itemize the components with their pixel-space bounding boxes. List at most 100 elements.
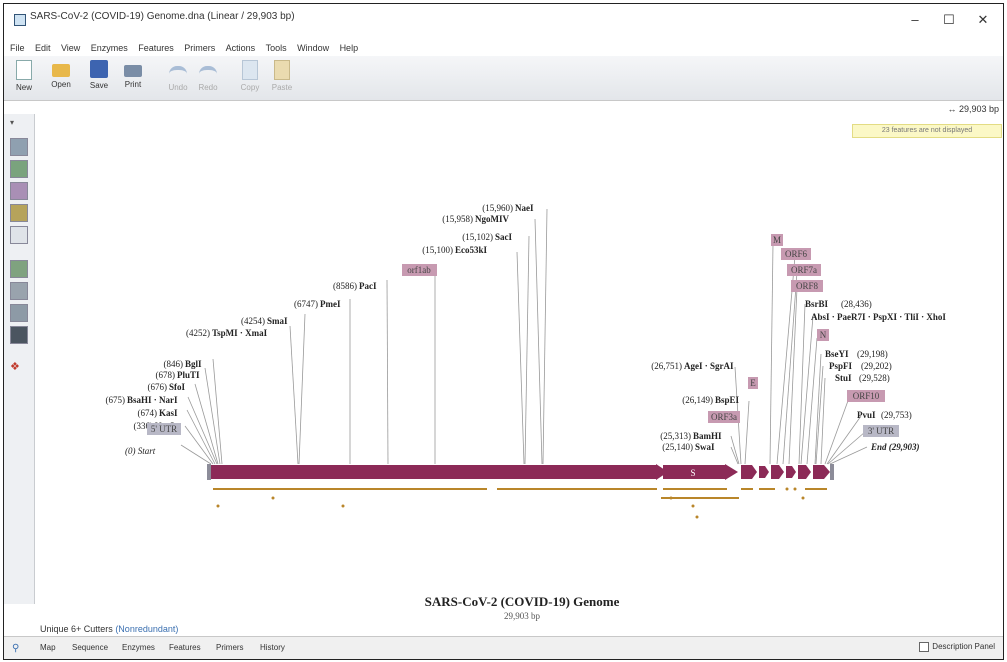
description-panel-toggle[interactable]: Description Panel xyxy=(919,642,995,652)
tab-sequence[interactable]: Sequence xyxy=(72,643,108,652)
site-saci-name[interactable]: SacI xyxy=(495,232,513,242)
site-pvui-name[interactable]: PvuI xyxy=(857,410,876,420)
save-button[interactable]: Save xyxy=(84,60,114,90)
site-xmai-name[interactable]: TspMI · XmaI xyxy=(212,328,268,338)
feature-e-bar[interactable] xyxy=(759,466,769,478)
site-leader-lines xyxy=(180,208,868,465)
tab-history[interactable]: History xyxy=(260,643,285,652)
menu-tools[interactable]: Tools xyxy=(266,40,287,56)
map-end-cap xyxy=(830,464,834,480)
sequence-length: ↔ 29,903 bp xyxy=(947,104,999,114)
feature-orf7a-bar[interactable] xyxy=(798,465,811,479)
site-sfoi-name[interactable]: SfoI xyxy=(169,382,186,392)
map-zoom-toggle[interactable] xyxy=(10,260,28,278)
redo-button[interactable]: Redo xyxy=(194,60,222,92)
description-panel-label: Description Panel xyxy=(932,642,995,652)
show-enzymes-toggle[interactable] xyxy=(10,204,28,222)
site-pluti-name[interactable]: PluTI xyxy=(177,370,200,380)
features-hidden-notice[interactable]: 23 features are not displayed xyxy=(852,124,1002,138)
linear-map-svg[interactable]: S (0) Start (846) BglI (678) PluTI (676)… xyxy=(35,114,1003,622)
tab-map[interactable]: Map xyxy=(40,643,56,652)
site-stui-name[interactable]: StuI xyxy=(835,373,852,383)
feature-m-bar[interactable] xyxy=(771,465,784,479)
orf-dot xyxy=(271,496,275,500)
site-swai-name[interactable]: SwaI xyxy=(695,442,715,452)
show-orfs-toggle[interactable] xyxy=(10,182,28,200)
menu-edit[interactable]: Edit xyxy=(35,40,51,56)
site-eco53ki-name[interactable]: Eco53kI xyxy=(455,245,488,255)
site-pvui-pos: (29,753) xyxy=(881,410,912,420)
minimize-button[interactable]: – xyxy=(900,10,930,30)
search-icon[interactable]: ⚲ xyxy=(12,643,19,654)
site-bgli-name[interactable]: BglI xyxy=(185,359,202,369)
tab-primers[interactable]: Primers xyxy=(216,643,244,652)
show-scale-toggle[interactable] xyxy=(10,282,28,300)
site-ngomiv-name[interactable]: NgoMIV xyxy=(475,214,509,224)
site-paci-name[interactable]: PacI xyxy=(359,281,377,291)
paste-icon xyxy=(274,60,290,80)
copy-button[interactable]: Copy xyxy=(236,60,264,92)
site-pmei-name[interactable]: PmeI xyxy=(320,299,341,309)
print-button[interactable]: Print xyxy=(118,60,148,89)
menu-enzymes[interactable]: Enzymes xyxy=(91,40,128,56)
feature-orf3a-bar[interactable] xyxy=(741,465,757,479)
site-kasi-pos: (674) xyxy=(138,408,158,418)
new-button[interactable]: New xyxy=(12,60,36,92)
menu-window[interactable]: Window xyxy=(297,40,329,56)
leader-bsrbi xyxy=(798,303,806,465)
close-button[interactable]: ✕ xyxy=(968,10,998,30)
feature-n-bar[interactable] xyxy=(813,465,830,479)
feature-orf7a-label: ORF7a xyxy=(791,265,817,275)
site-bsrbi-name[interactable]: BsrBI xyxy=(805,299,829,309)
site-bspei-pos: (26,149) xyxy=(682,395,713,405)
site-eco53ki-pos: (15,100) xyxy=(422,245,453,255)
menu-help[interactable]: Help xyxy=(340,40,359,56)
leader-sfoi xyxy=(194,383,219,465)
show-sequence-toggle[interactable] xyxy=(10,326,28,344)
tab-features[interactable]: Features xyxy=(169,643,201,652)
feature-orf10-label: ORF10 xyxy=(853,391,880,401)
description-panel-checkbox[interactable] xyxy=(919,642,930,652)
show-gc-toggle[interactable] xyxy=(10,304,28,322)
enzyme-set-mode[interactable]: (Nonredundant) xyxy=(115,624,178,634)
save-icon xyxy=(90,60,108,78)
site-bspei-name[interactable]: BspEI xyxy=(715,395,740,405)
site-bamhi-name[interactable]: BamHI xyxy=(693,431,722,441)
paste-button[interactable]: Paste xyxy=(268,60,296,92)
site-xhoi-name[interactable]: AbsI · PaeR7I · PspXI · TliI · XhoI xyxy=(811,312,946,322)
site-bseyi-name[interactable]: BseYI xyxy=(825,349,849,359)
show-primers-toggle[interactable] xyxy=(10,160,28,178)
show-features-toggle[interactable] xyxy=(10,138,28,156)
start-label: (0) Start xyxy=(125,446,156,456)
menu-features[interactable]: Features xyxy=(138,40,174,56)
site-naei-name[interactable]: NaeI xyxy=(515,203,534,213)
site-smai-pos: (4254) xyxy=(241,316,265,326)
show-dna-icon[interactable]: ❖ xyxy=(10,360,26,376)
leader-kasi xyxy=(186,409,216,465)
site-smai-name[interactable]: SmaI xyxy=(267,316,288,326)
menu-file[interactable]: File xyxy=(10,40,25,56)
site-kasi-name[interactable]: KasI xyxy=(159,408,178,418)
feature-orf6-bar[interactable] xyxy=(786,466,796,478)
undo-label: Undo xyxy=(168,83,188,92)
show-translations-toggle[interactable] xyxy=(10,226,28,244)
tab-enzymes[interactable]: Enzymes xyxy=(122,643,155,652)
maximize-button[interactable]: ☐ xyxy=(934,10,964,30)
copy-label: Copy xyxy=(240,83,260,92)
panel-collapse-icon[interactable]: ▾ xyxy=(10,118,26,134)
site-narI-name[interactable]: BsaHI · NarI xyxy=(127,395,178,405)
enzyme-set-selector[interactable]: Unique 6+ Cutters (Nonredundant) xyxy=(40,624,178,634)
linear-map-canvas[interactable]: S (0) Start (846) BglI (678) PluTI (676)… xyxy=(35,114,1003,622)
open-button[interactable]: Open xyxy=(46,60,76,89)
site-agei-name[interactable]: AgeI · SgrAI xyxy=(684,361,734,371)
site-narI-pos: (675) xyxy=(106,395,126,405)
leader-ngomiv xyxy=(534,218,543,465)
site-pspfi-name[interactable]: PspFI xyxy=(829,361,853,371)
menu-view[interactable]: View xyxy=(61,40,80,56)
site-xmai-pos: (4252) xyxy=(186,328,210,338)
feature-orf1ab-bar[interactable] xyxy=(211,465,656,479)
menu-actions[interactable]: Actions xyxy=(226,40,256,56)
enzyme-set-name: Unique 6+ Cutters xyxy=(40,624,113,634)
undo-button[interactable]: Undo xyxy=(164,60,192,92)
menu-primers[interactable]: Primers xyxy=(184,40,215,56)
